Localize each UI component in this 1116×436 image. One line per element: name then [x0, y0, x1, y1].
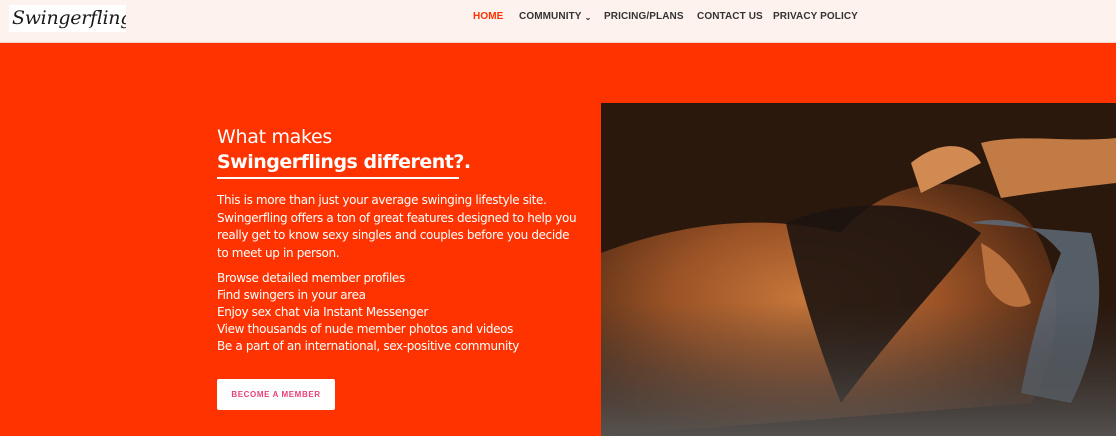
hero-heading-line2: Swingerflings different?.: [217, 151, 471, 173]
heading-underline: [217, 177, 459, 179]
chevron-down-icon: ⌄: [584, 13, 592, 22]
hero-intro-text: This is more than just your average swin…: [217, 193, 577, 260]
nav-pricing[interactable]: PRICING/PLANS: [604, 11, 684, 22]
become-member-button[interactable]: BECOME A MEMBER: [217, 379, 335, 410]
feature-item: Browse detailed member profiles: [217, 271, 405, 285]
site-logo[interactable]: Swingerflings: [9, 5, 126, 32]
nav-home[interactable]: HOME: [473, 11, 503, 22]
feature-list: Browse detailed member profiles Find swi…: [217, 270, 577, 355]
feature-item: Find swingers in your area: [217, 288, 366, 302]
feature-item: Be a part of an international, sex-posit…: [217, 339, 520, 353]
site-header: Swingerflings HOME COMMUNITY⌄ PRICING/PL…: [0, 0, 1116, 43]
nav-privacy[interactable]: PRIVACY POLICY: [773, 11, 858, 22]
nav-community-label: COMMUNITY: [519, 11, 582, 22]
nav-contact[interactable]: CONTACT US: [697, 11, 763, 22]
feature-item: Enjoy sex chat via Instant Messenger: [217, 305, 428, 319]
feature-item: View thousands of nude member photos and…: [217, 322, 514, 336]
hero-photo-illustration: [601, 103, 1116, 436]
hero-photo: [601, 103, 1116, 436]
nav-community[interactable]: COMMUNITY ⌄: [519, 11, 591, 22]
hero-heading-line1: What makes: [217, 126, 333, 148]
